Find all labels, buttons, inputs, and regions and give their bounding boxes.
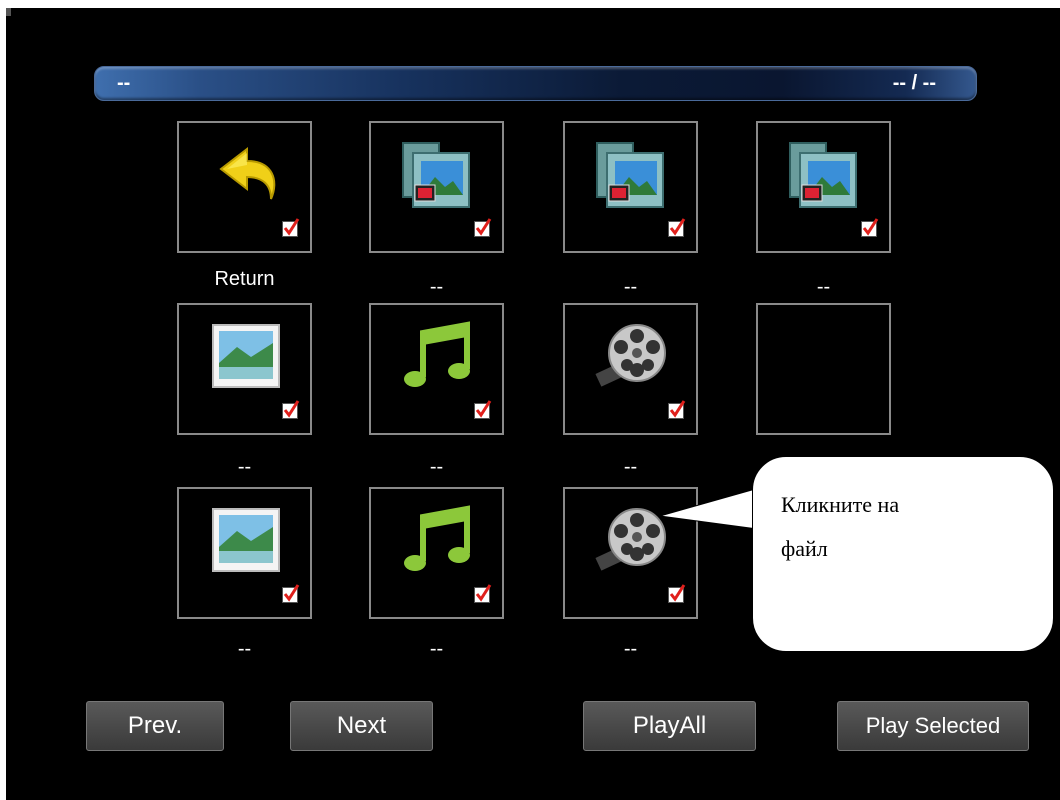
tile-video[interactable]	[563, 303, 698, 435]
checkbox[interactable]	[668, 400, 686, 419]
tile-label: --	[816, 276, 831, 298]
tile-label: --	[623, 638, 638, 660]
callout-line: файл	[781, 536, 828, 561]
title-text: --	[117, 72, 131, 94]
music-note-icon	[404, 321, 470, 387]
checkbox[interactable]	[861, 218, 879, 237]
checkbox[interactable]	[474, 584, 492, 603]
tile-music[interactable]	[369, 487, 504, 619]
image-file-icon	[212, 508, 280, 572]
prev-button[interactable]: Prev.	[86, 701, 224, 751]
tile-empty	[756, 303, 891, 435]
play-selected-button[interactable]: Play Selected	[837, 701, 1029, 751]
tile-image[interactable]	[177, 303, 312, 435]
checkbox[interactable]	[668, 218, 686, 237]
return-arrow-icon	[219, 146, 276, 200]
tile-label: --	[429, 276, 444, 298]
title-bar: -- -- / --	[94, 66, 977, 101]
image-file-icon	[212, 324, 280, 388]
checkbox[interactable]	[474, 400, 492, 419]
checkbox[interactable]	[282, 218, 300, 237]
checkbox[interactable]	[668, 584, 686, 603]
page-counter: -- / --	[892, 72, 936, 94]
tile-folder[interactable]	[369, 121, 504, 253]
tile-folder[interactable]	[563, 121, 698, 253]
photo-folder-icon	[789, 142, 857, 208]
callout-bubble: Кликните на файл	[752, 456, 1054, 652]
next-button[interactable]: Next	[290, 701, 433, 751]
tile-image[interactable]	[177, 487, 312, 619]
film-reel-icon	[595, 324, 666, 387]
tile-label: --	[237, 456, 252, 478]
tile-label: Return	[214, 268, 275, 290]
tile-label: --	[237, 638, 252, 660]
music-note-icon	[404, 505, 470, 571]
tile-label: --	[429, 456, 444, 478]
checkbox[interactable]	[282, 400, 300, 419]
callout-line: Кликните на	[781, 492, 900, 517]
play-all-button[interactable]: PlayAll	[583, 701, 756, 751]
tile-folder[interactable]	[756, 121, 891, 253]
checkbox[interactable]	[474, 218, 492, 237]
screen: -- -- / -- Return -- -- -- -- -- -- -- -…	[6, 8, 1060, 800]
photo-folder-icon	[402, 142, 470, 208]
tile-label: --	[623, 276, 638, 298]
photo-folder-icon	[596, 142, 664, 208]
tile-return[interactable]	[177, 121, 312, 253]
callout-text: Кликните на файл	[781, 483, 1031, 571]
tile-label: --	[429, 638, 444, 660]
corner-marker	[6, 8, 11, 16]
tile-music[interactable]	[369, 303, 504, 435]
checkbox[interactable]	[282, 584, 300, 603]
